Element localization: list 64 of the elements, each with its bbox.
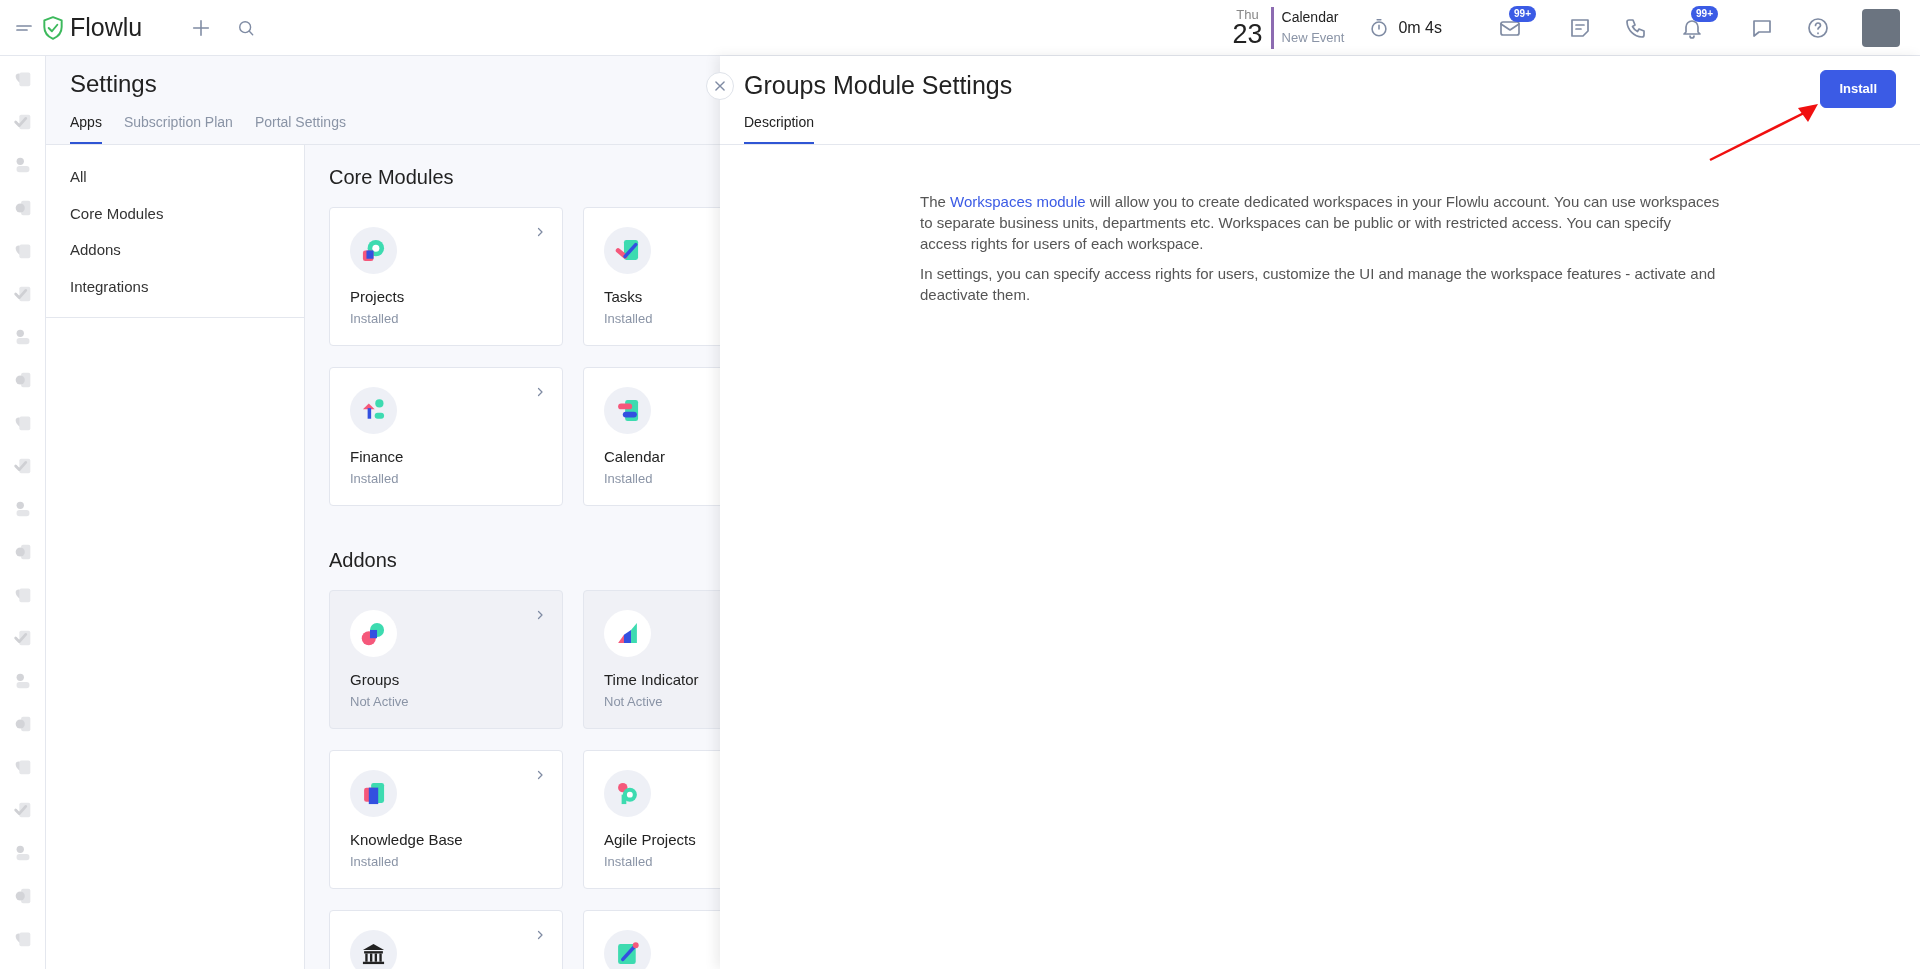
- mail-button[interactable]: 99+: [1498, 5, 1536, 40]
- menu-button[interactable]: [16, 24, 32, 31]
- module-status: Installed: [350, 469, 400, 488]
- module-icon: [350, 770, 397, 817]
- section-title: Core Modules: [329, 165, 455, 189]
- module-name: Agile Projects: [604, 830, 697, 850]
- description-paragraph: In settings, you can specify access rights for users, customize the UI and manage the workspace features - activate and deactivate them.: [920, 264, 1717, 305]
- module-card[interactable]: Agile Projects Installed: [583, 750, 720, 889]
- description-paragraph: The Workspaces module will allow you to create dedicated workspaces in your Flowlu account. You can use workspaces to separate business units, departments etc. Workspaces can be public or with restricted access. You can specify access rights for users of each workspace.: [920, 192, 1720, 254]
- filter-item[interactable]: Addons: [46, 232, 145, 269]
- module-status: Installed: [604, 309, 654, 328]
- module-icon: [604, 387, 651, 434]
- menu-icon: [16, 24, 32, 31]
- module-card[interactable]: Calendar Installed: [583, 367, 720, 506]
- module-card[interactable]: Tasks Installed: [583, 207, 720, 346]
- module-status: Installed: [604, 469, 654, 488]
- module-icon: [350, 610, 397, 657]
- module-card[interactable]: Groups Not Active: [329, 590, 563, 729]
- module-status: Installed: [604, 852, 654, 871]
- module-icon: [604, 227, 651, 274]
- filter-item[interactable]: Integrations: [46, 268, 173, 305]
- panel-title: Groups Module Settings: [744, 70, 1014, 100]
- count-badge: 99+: [1691, 5, 1718, 22]
- filter-item[interactable]: All: [46, 159, 111, 196]
- page-title: Settings: [70, 70, 158, 99]
- calendar-label: Calendar: [1281, 8, 1340, 28]
- event-bar: [1270, 6, 1274, 49]
- module-icon: [604, 610, 651, 657]
- module-card[interactable]: Time Indicator Not Active: [583, 590, 720, 729]
- module-status: Installed: [350, 309, 400, 328]
- module-name: Groups: [350, 670, 401, 690]
- module-icon: [350, 387, 397, 434]
- help-icon: [1806, 15, 1830, 40]
- module-icon: [604, 770, 651, 817]
- module-status: Not Active: [604, 692, 664, 711]
- weekday-label: Thu: [1236, 7, 1259, 21]
- day-number: 23: [1232, 20, 1263, 48]
- tab[interactable]: Description: [744, 108, 815, 144]
- count-badge: 99+: [1509, 5, 1536, 22]
- module-status: Not Active: [350, 692, 410, 711]
- filter-item[interactable]: Core Modules: [46, 195, 188, 232]
- notifications-button[interactable]: 99+: [1680, 5, 1718, 40]
- close-icon: [713, 79, 727, 93]
- help-button[interactable]: [1806, 15, 1830, 40]
- module-name: Finance: [350, 447, 405, 467]
- avatar-photo[interactable]: [1862, 8, 1900, 47]
- shield-check-icon: [40, 14, 66, 41]
- module-name: Time Indicator: [604, 670, 700, 690]
- module-status: Installed: [350, 852, 400, 871]
- module-icon: [350, 227, 397, 274]
- module-name: Tasks: [604, 287, 644, 307]
- module-name: Calendar: [604, 447, 666, 467]
- module-name: Knowledge Base: [350, 830, 464, 850]
- module-icon: [350, 930, 397, 969]
- module-name: Projects: [350, 287, 406, 307]
- install-button[interactable]: Install: [1820, 70, 1896, 108]
- module-icon: [604, 930, 651, 969]
- workspaces-link[interactable]: Workspaces module: [950, 193, 1086, 210]
- module-card[interactable]: Knowledge Base Installed: [329, 750, 563, 889]
- brand-name: Flowlu: [70, 11, 143, 43]
- module-card[interactable]: Projects Installed: [329, 207, 563, 346]
- timer-button[interactable]: 0m 4s: [1368, 15, 1442, 40]
- module-card[interactable]: Finance Installed: [329, 367, 563, 506]
- section-title: Addons: [329, 548, 398, 572]
